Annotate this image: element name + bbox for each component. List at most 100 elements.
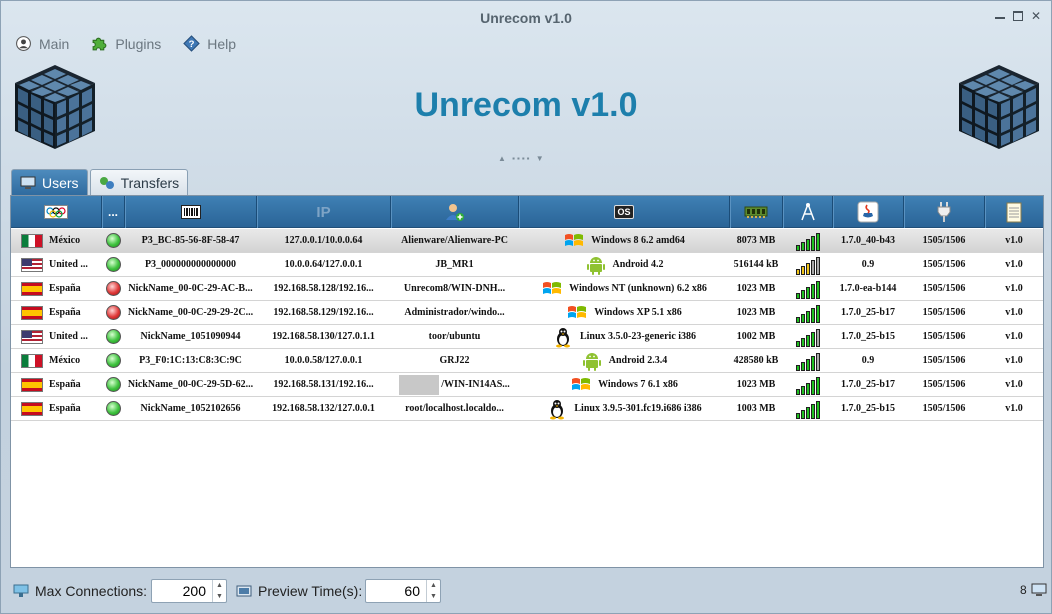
signal-bar — [800, 289, 805, 299]
signal-bar — [810, 283, 815, 299]
cell-ip: 10.0.0.64/127.0.0.1 — [284, 259, 363, 270]
maximize-button[interactable] — [1013, 11, 1023, 21]
status-red-icon — [105, 281, 121, 296]
os-name: Android 2.3.4 — [608, 355, 668, 366]
signal-bar — [795, 292, 800, 299]
flag-es-icon — [21, 377, 43, 392]
os-name: Windows 8 6.2 amd64 — [591, 235, 685, 246]
table-row[interactable]: España NickName_1052102656 192.168.58.132/… — [11, 397, 1043, 421]
menu-help[interactable]: ? Help — [183, 35, 236, 52]
cell-os: Linux 3.5.0-23-generic i386 — [519, 325, 729, 348]
client-count-value: 8 — [1020, 583, 1027, 597]
java-icon — [857, 201, 879, 223]
signal-strength-icon — [795, 375, 820, 395]
tab-transfers[interactable]: Transfers — [89, 169, 189, 195]
column-version[interactable] — [985, 196, 1043, 228]
app-title: Unrecom v1.0 — [414, 86, 638, 124]
table-row[interactable]: United ... P3_000000000000000 10.0.0.64/12… — [11, 253, 1043, 277]
transfer-icon — [99, 176, 114, 189]
user-name: GRJ22 — [439, 355, 470, 366]
cell-version: v1.0 — [1005, 403, 1023, 414]
table-row[interactable]: United ... NickName_1051090944 192.168.58.… — [11, 325, 1043, 349]
cell-java: 1.7.0_25-b17 — [841, 307, 895, 318]
column-transfer[interactable] — [904, 196, 984, 228]
cell-user: Unrecom8/WIN-DNH... — [391, 277, 518, 300]
menu-plugins-label: Plugins — [115, 35, 162, 52]
signal-bar — [815, 280, 820, 299]
cell-version: v1.0 — [1005, 331, 1023, 342]
users-table: ... IP OS México P3_BC-85-56-8F-58-47 12… — [10, 195, 1044, 568]
table-row[interactable]: México P3_BC-85-56-8F-58-47 127.0.0.1/10.0… — [11, 229, 1043, 253]
cell-transfer: 1505/1506 — [922, 307, 966, 318]
signal-bar — [805, 334, 810, 347]
redacted-box — [399, 374, 440, 395]
signal-bar — [800, 313, 805, 323]
column-user[interactable] — [391, 196, 518, 228]
table-row[interactable]: España NickName_00-0C-29-29-2C... 192.168.… — [11, 301, 1043, 325]
preview-time-label: Preview Time(s): — [258, 583, 363, 599]
help-icon: ? — [183, 35, 201, 52]
max-connections-up-button[interactable]: ▲ — [212, 580, 226, 591]
column-ram[interactable] — [730, 196, 782, 228]
cell-ram: 1023 MB — [736, 283, 776, 294]
status-bar: Max Connections: ▲ ▼ Preview Time(s): ▲ … — [1, 576, 1051, 606]
signal-bar — [815, 304, 820, 323]
cell-user: Alienware/Alienware-PC — [391, 229, 518, 252]
cell-version: v1.0 — [1005, 235, 1023, 246]
max-connections-stepper[interactable]: ▲ ▼ — [151, 579, 227, 603]
cell-country: United ... — [11, 325, 101, 348]
signal-bar — [805, 262, 810, 275]
cell-java: 1.7.0_25-b15 — [841, 331, 895, 342]
close-button[interactable]: ✕ — [1031, 10, 1041, 22]
signal-bar — [810, 379, 815, 395]
cell-java: 0.9 — [861, 355, 875, 366]
cell-ip: 192.168.58.129/192.16... — [273, 307, 374, 318]
column-id[interactable] — [125, 196, 256, 228]
flag-mx-icon — [21, 233, 43, 248]
title-bar[interactable]: Unrecom v1.0 ✕ — [1, 1, 1051, 35]
cell-ping — [783, 253, 832, 276]
country-name: México — [49, 355, 81, 366]
flag-column-icon — [44, 205, 68, 219]
cell-ping — [783, 397, 832, 420]
cell-ram: 428580 kB — [733, 355, 779, 366]
connections-icon — [13, 584, 29, 597]
cell-os: Android 4.2 — [519, 253, 729, 276]
column-java[interactable] — [833, 196, 903, 228]
preview-time-stepper[interactable]: ▲ ▼ — [365, 579, 441, 603]
column-os[interactable]: OS — [519, 196, 729, 228]
cell-ping — [783, 229, 832, 252]
flag-es-icon — [21, 281, 43, 296]
cell-country: México — [11, 349, 101, 372]
cell-country: México — [11, 229, 101, 252]
user-name: Administrador/windo... — [404, 307, 505, 318]
cell-java: 1.7.0_40-b43 — [841, 235, 895, 246]
cell-ping — [783, 325, 832, 348]
table-row[interactable]: España NickName_00-0C-29-5D-62... 192.168.… — [11, 373, 1043, 397]
menu-main[interactable]: Main — [15, 35, 69, 52]
menu-plugins[interactable]: Plugins — [91, 35, 161, 52]
signal-bar — [815, 400, 820, 419]
signal-bar — [795, 388, 800, 395]
column-status[interactable]: ... — [102, 196, 124, 228]
signal-strength-icon — [795, 351, 820, 371]
table-row[interactable]: México P3_F0:1C:13:C8:3C:9C 10.0.0.58/127.… — [11, 349, 1043, 373]
signal-bar — [810, 307, 815, 323]
preview-time-down-button[interactable]: ▼ — [426, 591, 440, 602]
column-ping[interactable] — [783, 196, 832, 228]
minimize-button[interactable] — [995, 11, 1005, 19]
preview-time-up-button[interactable]: ▲ — [426, 580, 440, 591]
preview-time-input[interactable] — [368, 582, 422, 600]
windows-icon — [565, 233, 584, 246]
tab-users[interactable]: Users — [11, 169, 88, 195]
cell-ram: 1023 MB — [736, 307, 776, 318]
cell-status — [102, 373, 124, 396]
max-connections-input[interactable] — [154, 582, 208, 600]
column-ip[interactable]: IP — [257, 196, 390, 228]
header-collapse-handle[interactable]: ▲ ▪▪▪▪ ▼ — [498, 154, 558, 166]
column-country[interactable] — [11, 196, 101, 228]
max-connections-down-button[interactable]: ▼ — [212, 591, 226, 602]
table-row[interactable]: España NickName_00-0C-29-AC-B... 192.168.5… — [11, 277, 1043, 301]
cell-id: P3_F0:1C:13:C8:3C:9C — [139, 355, 242, 366]
app-window: Unrecom v1.0 ✕ Main Plugins ? Help Unrec… — [0, 0, 1052, 614]
